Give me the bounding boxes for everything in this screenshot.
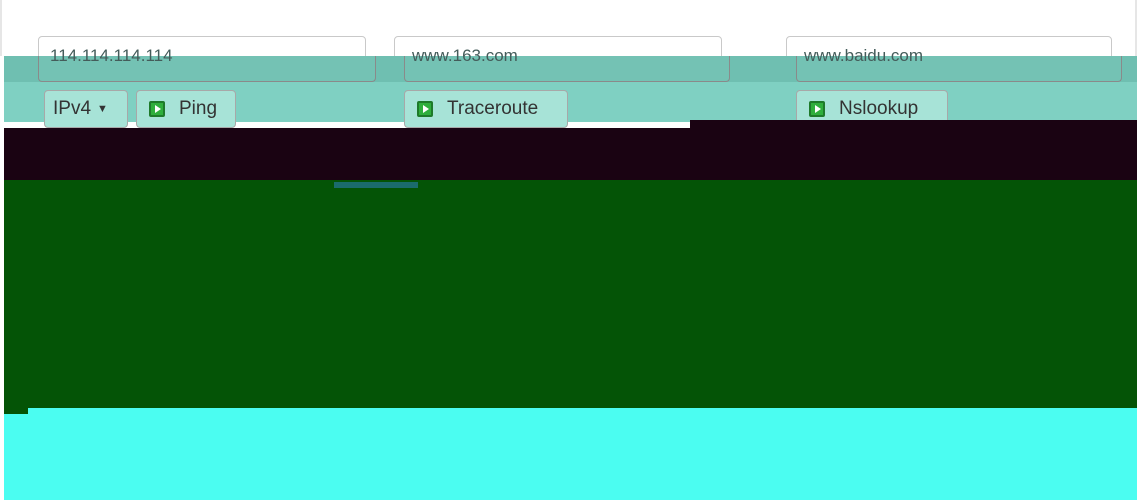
traceroute-button[interactable]: Traceroute xyxy=(404,90,568,128)
output-area-cyan xyxy=(4,408,1137,500)
output-artifact-edge xyxy=(4,406,28,414)
output-area-green xyxy=(4,180,1137,408)
output-artifact xyxy=(334,182,418,188)
ip-version-selected: IPv4 xyxy=(53,98,92,119)
traceroute-button-label: Traceroute xyxy=(447,98,539,119)
traceroute-host-value[interactable]: www.163.com xyxy=(412,46,518,66)
ping-button[interactable]: Ping xyxy=(136,90,236,128)
left-margin xyxy=(0,56,4,500)
left-border xyxy=(0,0,2,60)
nslookup-button-label: Nslookup xyxy=(839,98,919,119)
ping-button-label: Ping xyxy=(179,98,218,119)
chevron-down-icon: ▼ xyxy=(97,103,108,115)
play-icon xyxy=(809,101,825,117)
ping-host-value[interactable]: 114.114.114.114 xyxy=(50,46,173,66)
play-icon xyxy=(417,101,433,117)
nslookup-host-value[interactable]: www.baidu.com xyxy=(804,46,923,66)
play-icon xyxy=(149,101,165,117)
output-area-dark xyxy=(4,128,1137,180)
ip-version-select[interactable]: IPv4 ▼ xyxy=(44,90,128,128)
